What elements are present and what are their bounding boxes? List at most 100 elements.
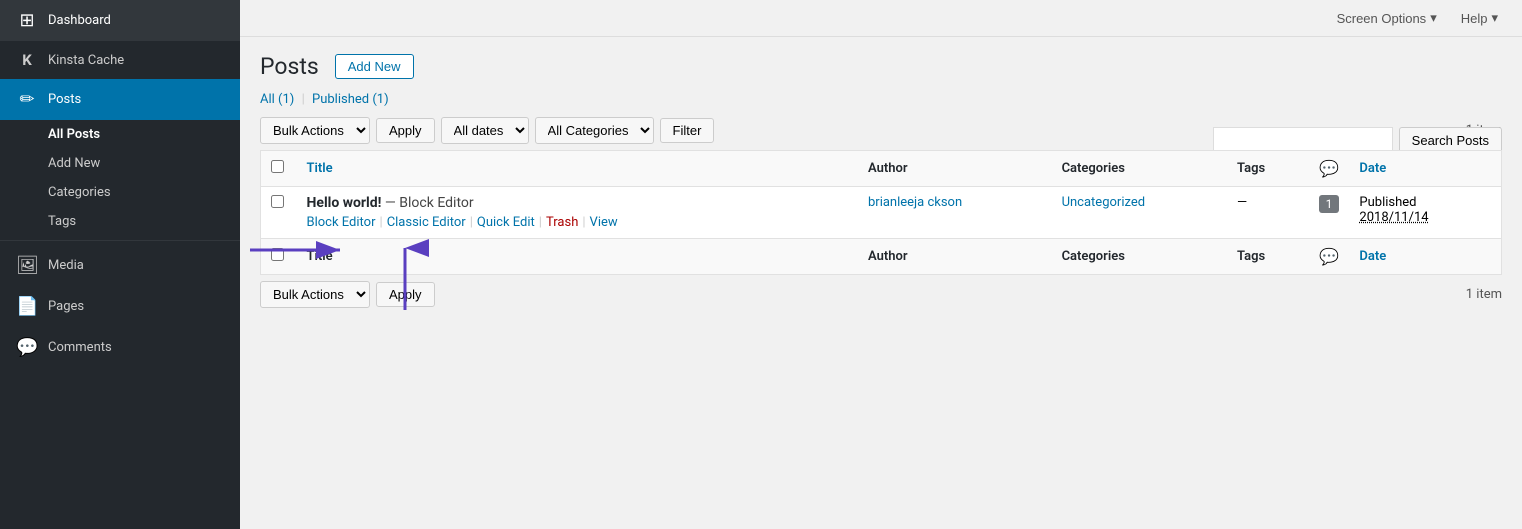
comment-count-badge: 1 xyxy=(1319,195,1340,213)
table-row: Hello world! — Block Editor Block Editor… xyxy=(261,187,1502,239)
sidebar-item-label: Media xyxy=(48,258,84,273)
tags-value: — xyxy=(1237,195,1247,210)
post-actions: Block Editor | Classic Editor | Quick Ed… xyxy=(307,215,848,230)
filter-links: All (1) | Published (1) xyxy=(260,92,1502,107)
row-checkbox[interactable] xyxy=(271,195,284,208)
sidebar: ⊞ Dashboard K Kinsta Cache ✏ Posts All P… xyxy=(0,0,240,529)
sidebar-sub-item-all-posts[interactable]: All Posts xyxy=(0,120,240,149)
dates-filter-select[interactable]: All dates xyxy=(441,117,529,144)
col-title-footer[interactable]: Title xyxy=(297,239,858,275)
bottom-bulk-actions-select[interactable]: Bulk Actions xyxy=(260,281,370,308)
action-sep: | xyxy=(539,215,542,230)
filter-sep: | xyxy=(302,92,305,107)
author-link[interactable]: brianleeja ckson xyxy=(868,195,962,210)
media-icon: 🖼 xyxy=(16,255,38,276)
block-editor-link[interactable]: Block Editor xyxy=(307,215,376,230)
sidebar-sub-label: All Posts xyxy=(48,127,100,142)
sidebar-item-label: Kinsta Cache xyxy=(48,53,124,68)
post-title-suffix: — Block Editor xyxy=(385,195,474,211)
sidebar-item-pages[interactable]: 📄 Pages xyxy=(0,286,240,327)
sidebar-item-label: Comments xyxy=(48,340,112,355)
comment-bubble-icon: 💬 xyxy=(1319,159,1339,178)
sidebar-item-posts[interactable]: ✏ Posts xyxy=(0,79,240,120)
content-area: Posts Add New Search Posts All (1) | Pub… xyxy=(240,37,1522,529)
col-comments-footer: 💬 xyxy=(1309,239,1350,275)
post-title-container: Hello world! — Block Editor xyxy=(307,195,848,211)
filter-button[interactable]: Filter xyxy=(660,118,715,143)
category-link[interactable]: Uncategorized xyxy=(1062,195,1145,210)
col-tags-header: Tags xyxy=(1227,151,1309,187)
col-author-footer: Author xyxy=(858,239,1052,275)
screen-options-label: Screen Options xyxy=(1337,11,1427,26)
bottom-apply-button[interactable]: Apply xyxy=(376,282,435,307)
page-title: Posts xyxy=(260,53,319,80)
post-title-link[interactable]: Hello world! xyxy=(307,195,385,211)
classic-editor-link[interactable]: Classic Editor xyxy=(387,215,466,230)
col-categories-footer: Categories xyxy=(1052,239,1227,275)
help-label: Help xyxy=(1461,11,1488,26)
action-sep: | xyxy=(380,215,383,230)
col-tags-footer: Tags xyxy=(1227,239,1309,275)
help-button[interactable]: Help ▾ xyxy=(1453,6,1506,30)
filter-all-link[interactable]: All (1) xyxy=(260,92,298,107)
sidebar-sub-item-categories[interactable]: Categories xyxy=(0,178,240,207)
pages-icon: 📄 xyxy=(16,296,38,317)
sidebar-item-label: Posts xyxy=(48,92,81,107)
table-wrapper: Title Author Categories Tags 💬 xyxy=(260,150,1502,275)
action-sep: | xyxy=(582,215,585,230)
filter-published-link[interactable]: Published (1) xyxy=(312,92,389,107)
view-link[interactable]: View xyxy=(590,215,618,230)
sidebar-sub-label: Add New xyxy=(48,156,100,171)
table-header-row: Title Author Categories Tags 💬 xyxy=(261,151,1502,187)
row-author-cell: brianleeja ckson xyxy=(858,187,1052,239)
date-status: Published xyxy=(1359,195,1491,210)
screen-options-button[interactable]: Screen Options ▾ xyxy=(1329,6,1445,30)
quick-edit-link[interactable]: Quick Edit xyxy=(477,215,535,230)
posts-icon: ✏ xyxy=(16,89,38,110)
sidebar-sub-label: Categories xyxy=(48,185,111,200)
col-date-footer[interactable]: Date xyxy=(1349,239,1501,275)
sidebar-item-dashboard[interactable]: ⊞ Dashboard xyxy=(0,0,240,41)
select-all-checkbox-footer[interactable] xyxy=(271,248,284,261)
row-title-cell: Hello world! — Block Editor Block Editor… xyxy=(297,187,858,239)
row-categories-cell: Uncategorized xyxy=(1052,187,1227,239)
sidebar-item-comments[interactable]: 💬 Comments xyxy=(0,327,240,368)
col-checkbox-footer xyxy=(261,239,297,275)
categories-filter-select[interactable]: All Categories xyxy=(535,117,654,144)
col-author-header: Author xyxy=(858,151,1052,187)
page-header: Posts Add New xyxy=(260,53,1502,80)
bulk-actions-select[interactable]: Bulk Actions xyxy=(260,117,370,144)
date-value: 2018/11/14 xyxy=(1359,210,1491,225)
add-new-button[interactable]: Add New xyxy=(335,54,414,79)
col-comments-header: 💬 xyxy=(1309,151,1350,187)
table-footer-header-row: Title Author Categories Tags 💬 xyxy=(261,239,1502,275)
sidebar-sub-item-tags[interactable]: Tags xyxy=(0,207,240,236)
sidebar-item-media[interactable]: 🖼 Media xyxy=(0,245,240,286)
sidebar-sub-item-add-new[interactable]: Add New xyxy=(0,149,240,178)
action-sep: | xyxy=(470,215,473,230)
main-content: Screen Options ▾ Help ▾ Posts Add New Se… xyxy=(240,0,1522,529)
sidebar-item-label: Pages xyxy=(48,299,84,314)
help-chevron-icon: ▾ xyxy=(1491,10,1498,26)
kinsta-icon: K xyxy=(16,51,38,69)
topbar: Screen Options ▾ Help ▾ xyxy=(240,0,1522,37)
dashboard-icon: ⊞ xyxy=(16,10,38,31)
col-title-header[interactable]: Title xyxy=(297,151,858,187)
screen-options-chevron-icon: ▾ xyxy=(1430,10,1437,26)
row-date-cell: Published 2018/11/14 xyxy=(1349,187,1501,239)
col-date-header[interactable]: Date xyxy=(1349,151,1501,187)
comments-icon: 💬 xyxy=(16,337,38,358)
col-checkbox xyxy=(261,151,297,187)
select-all-checkbox[interactable] xyxy=(271,160,284,173)
trash-link[interactable]: Trash xyxy=(546,215,578,230)
sidebar-sub-label: Tags xyxy=(48,214,76,229)
comment-bubble-icon-footer: 💬 xyxy=(1319,247,1339,266)
bottom-actions-row: Bulk Actions Apply 1 item xyxy=(260,281,1502,308)
col-categories-header: Categories xyxy=(1052,151,1227,187)
row-checkbox-cell xyxy=(261,187,297,239)
sidebar-item-label: Dashboard xyxy=(48,13,111,28)
posts-table: Title Author Categories Tags 💬 xyxy=(260,150,1502,275)
top-apply-button[interactable]: Apply xyxy=(376,118,435,143)
sidebar-item-kinsta-cache[interactable]: K Kinsta Cache xyxy=(0,41,240,79)
row-comments-cell: 1 xyxy=(1309,187,1350,239)
